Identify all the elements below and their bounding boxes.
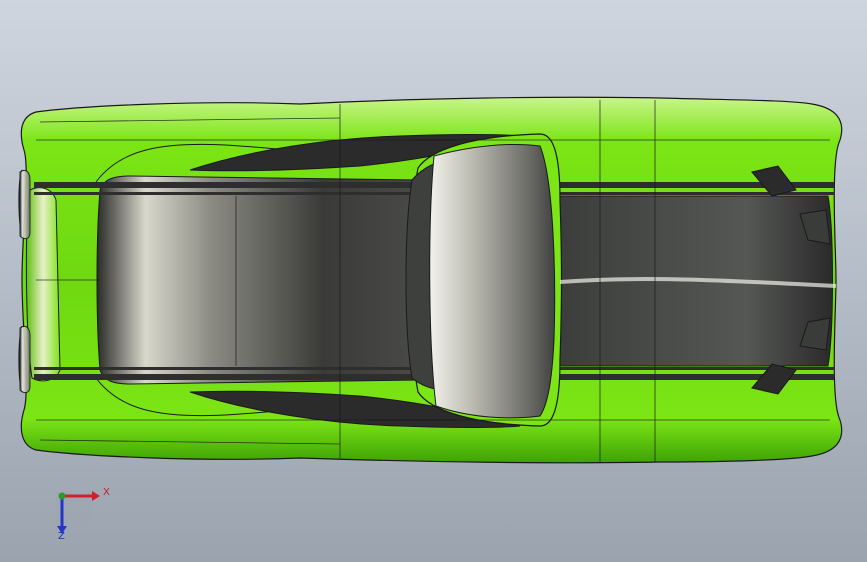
x-axis-label: X [103,487,110,498]
graphics-viewport[interactable]: X Z [0,0,867,562]
car-model[interactable] [0,0,867,562]
hood-panel [96,175,421,385]
front-nose-shade [19,169,31,240]
roof-panel [429,143,556,419]
axis-triad: X Z [48,482,118,544]
y-axis-point [58,492,66,500]
z-axis-label: Z [58,531,65,542]
front-nose [25,187,61,382]
